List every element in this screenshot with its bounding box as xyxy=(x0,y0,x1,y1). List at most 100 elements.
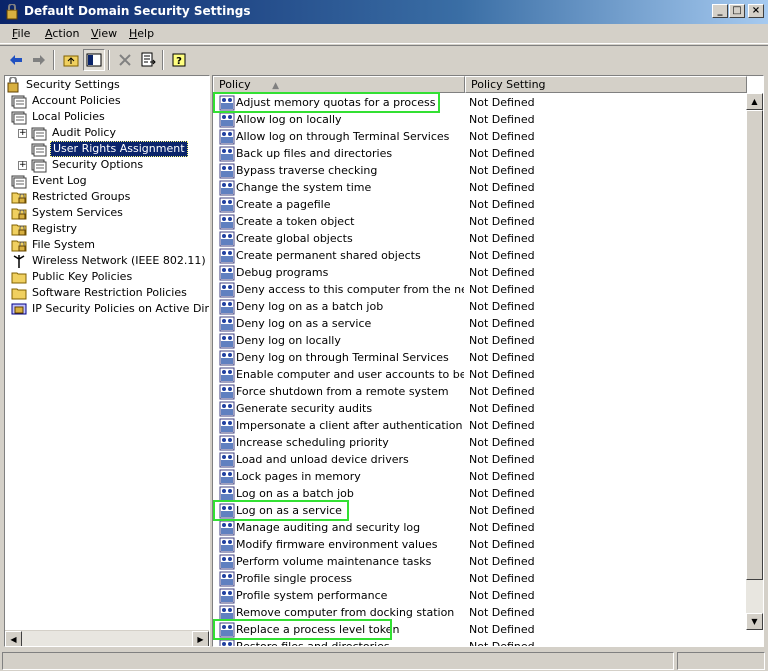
policy-name: Create permanent shared objects xyxy=(236,249,421,262)
table-row[interactable]: Create a token object Not Defined xyxy=(213,213,745,230)
status-bar xyxy=(0,650,768,671)
tree-item[interactable]: Software Restriction Policies xyxy=(11,285,189,301)
policy-setting: Not Defined xyxy=(469,555,535,568)
list-vertical-scrollbar[interactable]: ▲ ▼ xyxy=(746,93,763,630)
column-header-policy-setting[interactable]: Policy Setting xyxy=(465,76,747,93)
table-row[interactable]: Back up files and directories Not Defined xyxy=(213,145,745,162)
user-right-policy-icon xyxy=(219,469,235,485)
table-row[interactable]: Create a pagefile Not Defined xyxy=(213,196,745,213)
table-row[interactable]: Force shutdown from a remote system Not D… xyxy=(213,383,745,400)
mmc-app-icon[interactable] xyxy=(4,4,20,20)
table-row[interactable]: Perform volume maintenance tasks Not Defi… xyxy=(213,553,745,570)
table-row[interactable]: Deny log on as a batch job Not Defined xyxy=(213,298,745,315)
policy-setting: Not Defined xyxy=(469,317,535,330)
table-row[interactable]: Load and unload device drivers Not Define… xyxy=(213,451,745,468)
tree-item-label: Event Log xyxy=(32,174,87,187)
tree-horizontal-scrollbar[interactable]: ◀ ▶ xyxy=(5,630,209,646)
tree-item[interactable]: File System xyxy=(11,237,97,253)
table-row[interactable]: Allow log on through Terminal Services No… xyxy=(213,128,745,145)
help-icon: ? xyxy=(172,53,186,67)
column-header-policy[interactable]: Policy ▲ xyxy=(213,76,465,93)
forward-button[interactable] xyxy=(28,49,50,71)
tree-item-label: Software Restriction Policies xyxy=(32,286,187,299)
table-row[interactable]: Profile system performance Not Defined xyxy=(213,587,745,604)
tree-item[interactable]: Event Log xyxy=(11,173,89,189)
console-tree[interactable]: Security Settings Account Policies Local P… xyxy=(4,75,210,647)
user-right-policy-icon xyxy=(219,333,235,349)
menu-view[interactable]: View xyxy=(91,27,117,40)
table-row[interactable]: Create global objects Not Defined xyxy=(213,230,745,247)
policy-folder-icon xyxy=(11,175,27,189)
toolbar-separator xyxy=(162,50,164,70)
tree-item-label: Public Key Policies xyxy=(32,270,133,283)
table-row[interactable]: Modify firmware environment values Not De… xyxy=(213,536,745,553)
user-right-policy-icon xyxy=(219,639,235,646)
tree-item[interactable]: User Rights Assignment xyxy=(31,141,188,157)
menu-action[interactable]: Action xyxy=(45,27,79,40)
policy-setting: Not Defined xyxy=(469,283,535,296)
policy-list[interactable]: Policy ▲ Policy Setting Adjust memory qu… xyxy=(212,75,764,647)
policy-name: Remove computer from docking station xyxy=(236,606,455,619)
delete-button[interactable] xyxy=(114,49,136,71)
tree-item[interactable]: Security Options xyxy=(31,157,145,173)
table-row[interactable]: Deny log on locally Not Defined xyxy=(213,332,745,349)
window-title: Default Domain Security Settings xyxy=(24,4,251,18)
table-row[interactable]: Increase scheduling priority Not Defined xyxy=(213,434,745,451)
tree-item[interactable]: Security Settings xyxy=(5,77,122,93)
table-row[interactable]: Deny log on as a service Not Defined xyxy=(213,315,745,332)
minimize-button[interactable]: _ xyxy=(712,4,728,18)
scroll-up-button[interactable]: ▲ xyxy=(746,93,763,110)
up-folder-icon xyxy=(63,55,79,67)
menu-file[interactable]: File xyxy=(12,27,30,40)
user-right-policy-icon xyxy=(219,367,235,383)
tree-item[interactable]: Public Key Policies xyxy=(11,269,134,285)
policy-setting: Not Defined xyxy=(469,266,535,279)
tree-item-label: Wireless Network (IEEE 802.11) Polic xyxy=(32,254,209,267)
scroll-down-button[interactable]: ▼ xyxy=(746,613,763,630)
scroll-left-button[interactable]: ◀ xyxy=(5,631,22,646)
table-row[interactable]: Deny access to this computer from the ne… xyxy=(213,281,745,298)
tree-item[interactable]: Restricted Groups xyxy=(11,189,132,205)
export-list-button[interactable] xyxy=(137,49,159,71)
close-button[interactable]: × xyxy=(748,4,764,18)
user-right-policy-icon xyxy=(219,452,235,468)
policy-setting: Not Defined xyxy=(469,198,535,211)
user-right-policy-icon xyxy=(219,265,235,281)
tree-item[interactable]: Account Policies xyxy=(11,93,123,109)
tree-item[interactable]: System Services xyxy=(11,205,125,221)
tree-item-label: Security Options xyxy=(52,158,144,171)
table-row[interactable]: Bypass traverse checking Not Defined xyxy=(213,162,745,179)
table-row[interactable]: Lock pages in memory Not Defined xyxy=(213,468,745,485)
table-row[interactable]: Change the system time Not Defined xyxy=(213,179,745,196)
tree-item[interactable]: IP Security Policies on Active Directo xyxy=(11,301,209,317)
highlight-box xyxy=(213,619,392,640)
expand-security-options[interactable]: + xyxy=(18,161,27,170)
tree-item[interactable]: Local Policies xyxy=(11,109,107,125)
tree-item[interactable]: Wireless Network (IEEE 802.11) Polic xyxy=(11,253,209,269)
menu-help[interactable]: Help xyxy=(129,27,154,40)
up-one-level-button[interactable] xyxy=(60,49,82,71)
table-row[interactable]: Enable computer and user accounts to be … xyxy=(213,366,745,383)
table-row[interactable]: Deny log on through Terminal Services Not… xyxy=(213,349,745,366)
scroll-right-button[interactable]: ▶ xyxy=(192,631,209,646)
forward-arrow-icon xyxy=(33,55,45,65)
table-row[interactable]: Profile single process Not Defined xyxy=(213,570,745,587)
table-row[interactable]: Create permanent shared objects Not Defin… xyxy=(213,247,745,264)
table-row[interactable]: Generate security audits Not Defined xyxy=(213,400,745,417)
scroll-thumb[interactable] xyxy=(746,110,763,580)
expand-audit-policy[interactable]: + xyxy=(18,129,27,138)
show-hide-console-tree-button[interactable] xyxy=(83,49,105,71)
svg-text:?: ? xyxy=(176,56,182,67)
user-right-policy-icon xyxy=(219,435,235,451)
table-row[interactable]: Debug programs Not Defined xyxy=(213,264,745,281)
table-row[interactable]: Impersonate a client after authenticatio… xyxy=(213,417,745,434)
tree-item[interactable]: Registry xyxy=(11,221,79,237)
tree-item-label: System Services xyxy=(32,206,123,219)
maximize-button[interactable]: □ xyxy=(729,4,745,18)
table-row[interactable]: Manage auditing and security log Not Defi… xyxy=(213,519,745,536)
back-button[interactable] xyxy=(5,49,27,71)
tree-item[interactable]: Audit Policy xyxy=(31,125,118,141)
help-button[interactable]: ? xyxy=(168,49,190,71)
tree-item-label: Account Policies xyxy=(32,94,121,107)
table-row[interactable]: Allow log on locally Not Defined xyxy=(213,111,745,128)
